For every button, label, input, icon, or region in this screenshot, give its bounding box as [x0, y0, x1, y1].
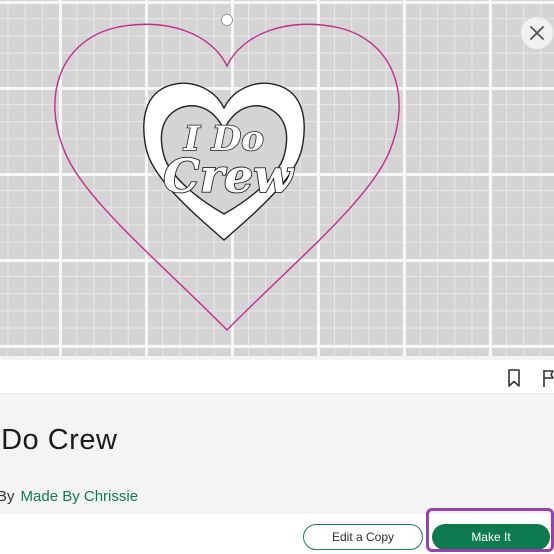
flag-icon	[543, 370, 554, 387]
edit-copy-button[interactable]: Edit a Copy	[303, 524, 423, 550]
make-it-button[interactable]: Make It	[432, 524, 550, 550]
by-label: By	[0, 488, 15, 505]
close-button[interactable]	[520, 16, 554, 50]
byline: By Made By Chrissie	[0, 488, 138, 505]
bookmark-button[interactable]	[505, 368, 523, 388]
project-info-panel: I Do Crew By Made By Chrissie	[0, 394, 554, 514]
close-icon	[530, 26, 544, 40]
flag-button[interactable]	[540, 368, 554, 388]
action-strip	[0, 360, 554, 394]
hanging-hole	[221, 14, 233, 26]
design-text-line-2: Crew	[163, 149, 294, 203]
action-footer: Edit a Copy Make It	[0, 514, 554, 554]
design-canvas: I Do Crew	[0, 0, 554, 358]
design-preview: I Do Crew	[54, 14, 400, 331]
bookmark-icon	[508, 369, 520, 387]
author-link[interactable]: Made By Chrissie	[21, 488, 139, 505]
project-title: I Do Crew	[0, 424, 118, 456]
